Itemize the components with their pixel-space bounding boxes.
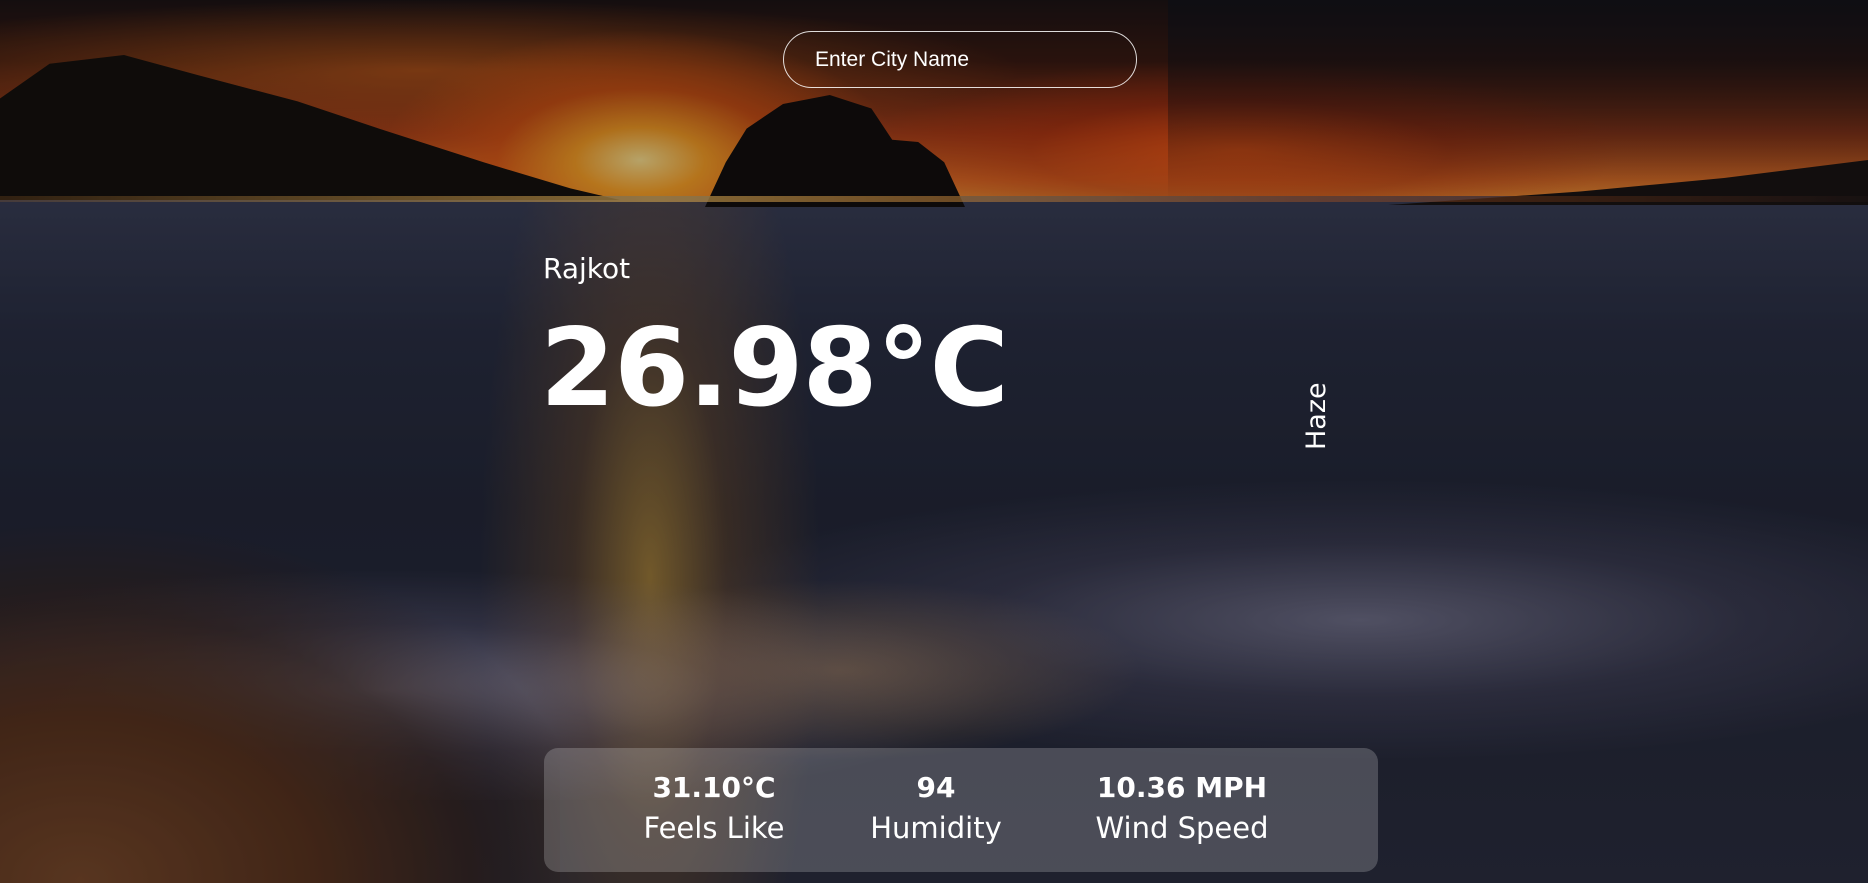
weather-stats-panel: 31.10°C Feels Like 94 Humidity 10.36 MPH… bbox=[544, 748, 1378, 872]
current-temperature: 26.98°C bbox=[540, 306, 1009, 431]
wind-speed-stat: 10.36 MPH Wind Speed bbox=[1079, 748, 1285, 848]
humidity-value: 94 bbox=[916, 771, 956, 804]
feels-like-label: Feels Like bbox=[643, 811, 785, 845]
wind-speed-label: Wind Speed bbox=[1095, 811, 1269, 845]
city-search-input[interactable] bbox=[783, 31, 1137, 88]
weather-condition: Haze bbox=[1301, 382, 1332, 450]
humidity-stat: 94 Humidity bbox=[860, 748, 1012, 848]
wind-speed-value: 10.36 MPH bbox=[1096, 771, 1268, 804]
feels-like-stat: 31.10°C Feels Like bbox=[632, 748, 796, 848]
weather-app: Rajkot 26.98°C Haze 31.10°C Feels Like 9… bbox=[0, 0, 1868, 883]
city-name: Rajkot bbox=[543, 252, 631, 285]
humidity-label: Humidity bbox=[870, 811, 1002, 845]
feels-like-value: 31.10°C bbox=[652, 771, 776, 804]
